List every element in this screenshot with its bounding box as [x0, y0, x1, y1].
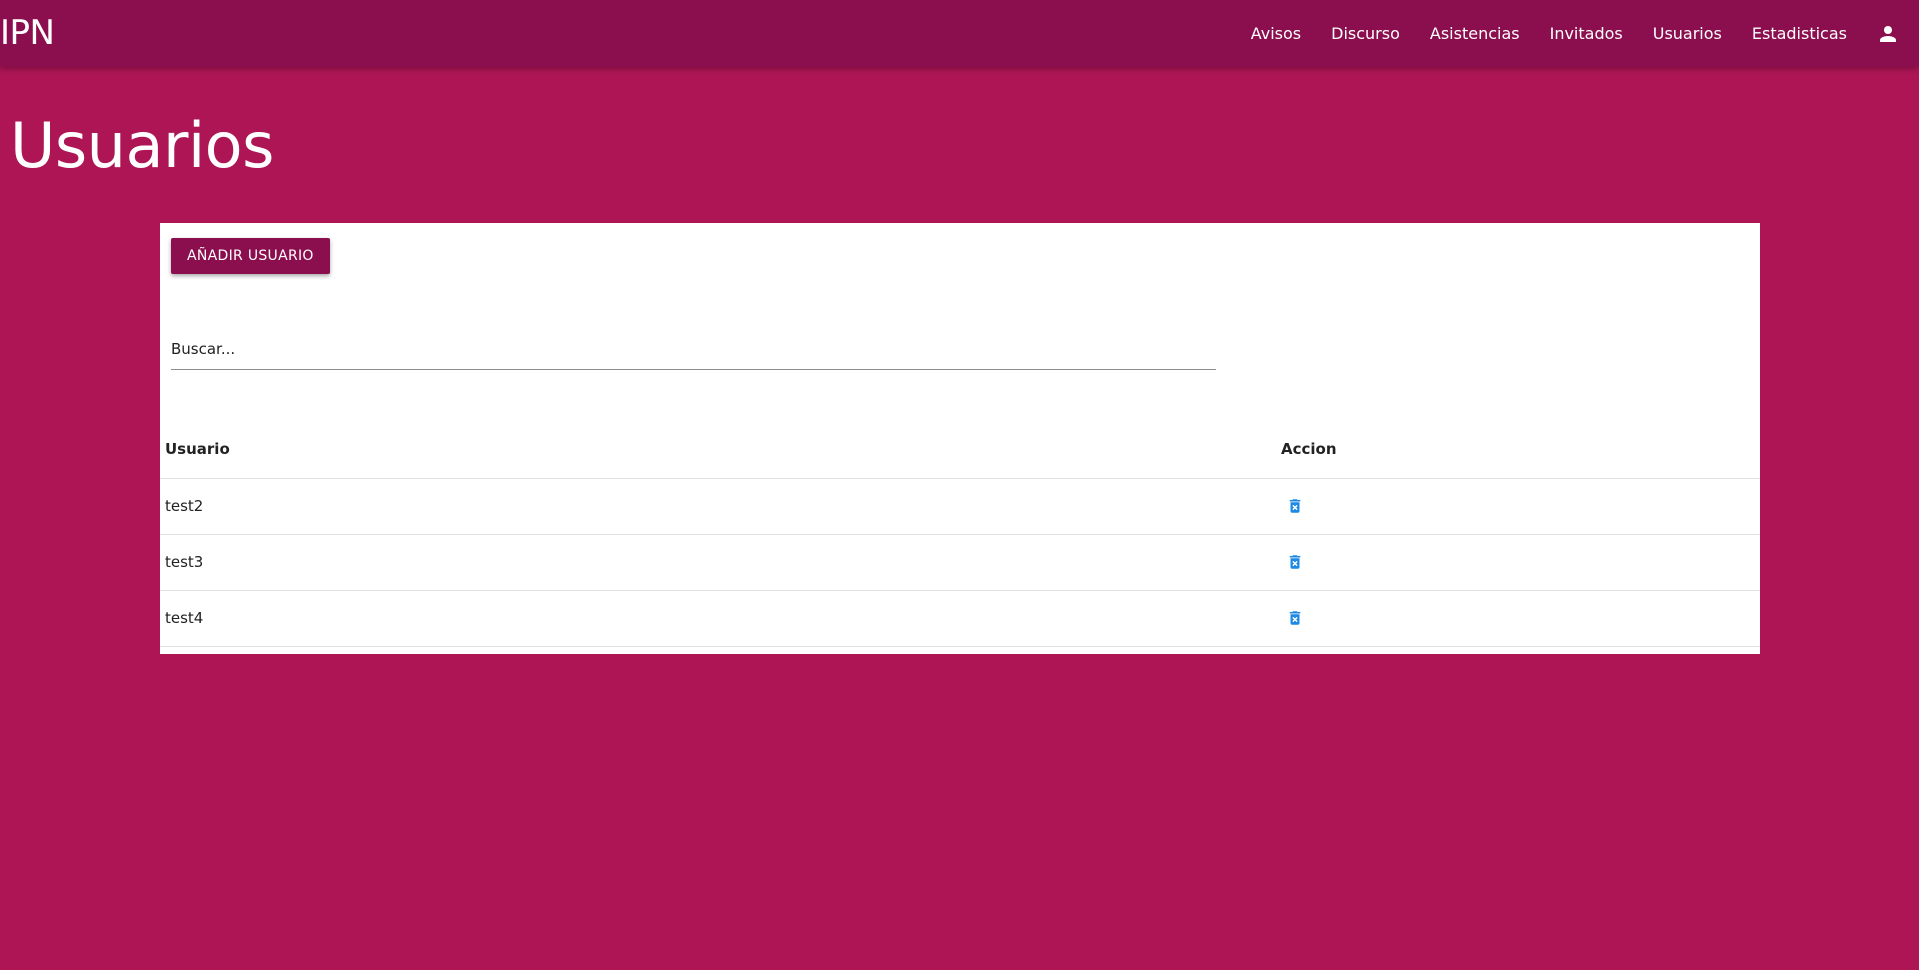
- brand-logo[interactable]: IPN: [0, 12, 55, 54]
- delete-forever-icon[interactable]: [1283, 550, 1307, 574]
- table-row: test3: [160, 534, 1760, 591]
- delete-forever-icon[interactable]: [1283, 606, 1307, 630]
- nav-link-asistencias[interactable]: Asistencias: [1430, 24, 1520, 43]
- user-cell: test2: [160, 478, 1276, 535]
- nav-links: Avisos Discurso Asistencias Invitados Us…: [1221, 0, 1899, 67]
- table-row: test4: [160, 590, 1760, 647]
- column-header-user[interactable]: Usuario: [160, 420, 1276, 479]
- add-user-button[interactable]: AÑADIR USUARIO: [171, 238, 330, 274]
- search-input[interactable]: [171, 328, 1216, 370]
- user-cell: test4: [160, 590, 1276, 647]
- nav-link-usuarios[interactable]: Usuarios: [1653, 24, 1722, 43]
- delete-forever-icon[interactable]: [1283, 494, 1307, 518]
- nav-link-avisos[interactable]: Avisos: [1251, 24, 1301, 43]
- account-icon[interactable]: [1877, 23, 1899, 45]
- nav-link-invitados[interactable]: Invitados: [1550, 24, 1623, 43]
- nav-link-discurso[interactable]: Discurso: [1331, 24, 1400, 43]
- action-cell: [1276, 590, 1760, 647]
- action-cell: [1276, 478, 1760, 535]
- top-navbar: IPN Avisos Discurso Asistencias Invitado…: [0, 0, 1919, 67]
- column-header-action: Accion: [1276, 420, 1760, 479]
- users-card: AÑADIR USUARIO Usuario Accion test2 test…: [160, 223, 1760, 654]
- user-cell: test3: [160, 534, 1276, 591]
- table-row: test2: [160, 478, 1760, 535]
- table-header-row: Usuario Accion: [160, 420, 1760, 479]
- nav-link-estadisticas[interactable]: Estadisticas: [1752, 24, 1847, 43]
- action-cell: [1276, 534, 1760, 591]
- page-title: Usuarios: [10, 109, 274, 182]
- users-table: Usuario Accion test2 test3 test4: [160, 420, 1760, 647]
